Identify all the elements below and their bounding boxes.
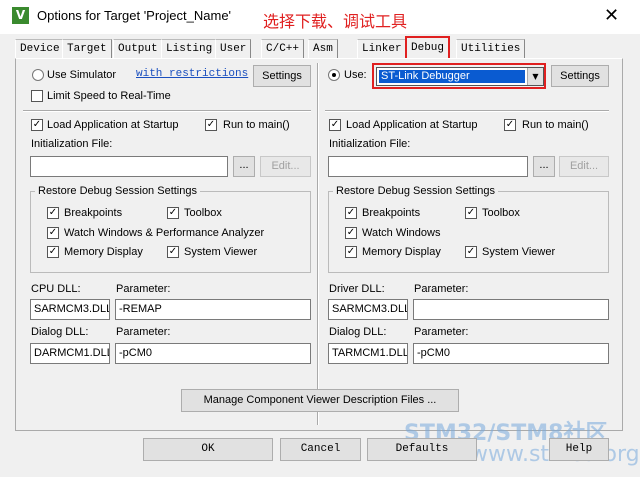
driver-dll-input[interactable]: SARMCM3.DLL — [328, 299, 408, 320]
dialog-param-label-right: Parameter: — [414, 326, 469, 338]
init-file-label-right: Initialization File: — [329, 138, 411, 150]
run-main-label-left: Run to main() — [223, 119, 290, 131]
dialog-dll-input-left[interactable]: DARMCM1.DLL — [30, 343, 110, 364]
restore-title-left: Restore Debug Session Settings — [35, 185, 200, 197]
tab-user[interactable]: User — [215, 39, 252, 58]
annotation-highlight-box — [372, 63, 546, 89]
dialog-param-input-left[interactable]: -pCM0 — [115, 343, 311, 364]
cpu-dll-input[interactable]: SARMCM3.DLL — [30, 299, 110, 320]
breakpoints-checkbox-right[interactable]: ✓ — [345, 207, 357, 219]
driver-dll-label: Driver DLL: — [329, 283, 385, 295]
init-file-edit-left[interactable]: Edit... — [260, 156, 311, 177]
breakpoints-label-left: Breakpoints — [64, 207, 123, 219]
breakpoints-checkbox-left[interactable]: ✓ — [47, 207, 59, 219]
init-file-browse-left[interactable]: ... — [233, 156, 255, 177]
driver-param-input[interactable] — [413, 299, 609, 320]
tab-utilities[interactable]: Utilities — [456, 39, 526, 58]
cancel-button[interactable]: Cancel — [280, 438, 361, 461]
use-label: Use: — [344, 69, 367, 81]
defaults-button[interactable]: Defaults — [367, 438, 477, 461]
watch-label-left: Watch Windows & Performance Analyzer — [64, 227, 265, 239]
annotation-text: 选择下载、调试工具 — [263, 12, 408, 31]
manage-component-viewer-button[interactable]: Manage Component Viewer Description File… — [181, 389, 459, 412]
tab-asm[interactable]: Asm — [308, 39, 338, 58]
init-file-label-left: Initialization File: — [31, 138, 113, 150]
limit-speed-checkbox[interactable] — [31, 90, 43, 102]
breakpoints-label-right: Breakpoints — [362, 207, 421, 219]
run-main-checkbox-left[interactable]: ✓ — [205, 119, 217, 131]
watch-checkbox-left[interactable]: ✓ — [47, 227, 59, 239]
separator — [325, 110, 609, 112]
ok-button[interactable]: OK — [143, 438, 273, 461]
driver-param-label: Parameter: — [414, 283, 469, 295]
load-app-checkbox-right[interactable]: ✓ — [329, 119, 341, 131]
keil-app-icon: V — [12, 7, 29, 24]
system-viewer-label-right: System Viewer — [482, 246, 556, 258]
dialog-dll-input-right[interactable]: TARMCM1.DLL — [328, 343, 408, 364]
init-file-edit-right[interactable]: Edit... — [559, 156, 609, 177]
tab-output[interactable]: Output — [113, 39, 163, 58]
close-icon[interactable]: ✕ — [604, 5, 619, 26]
restore-title-right: Restore Debug Session Settings — [333, 185, 498, 197]
tab-target[interactable]: Target — [62, 39, 112, 58]
use-target-radio[interactable] — [328, 69, 340, 81]
memory-checkbox-left[interactable]: ✓ — [47, 246, 59, 258]
tab-cpp[interactable]: C/C++ — [261, 39, 305, 58]
init-file-input-right[interactable] — [328, 156, 528, 177]
tab-debug[interactable]: Debug — [405, 36, 451, 59]
with-restrictions-link[interactable]: with restrictions — [136, 68, 248, 80]
cpu-dll-label: CPU DLL: — [31, 283, 81, 295]
dialog-dll-label-right: Dialog DLL: — [329, 326, 387, 338]
limit-speed-label: Limit Speed to Real-Time — [47, 90, 171, 102]
tab-device[interactable]: Device — [15, 39, 65, 58]
memory-checkbox-right[interactable]: ✓ — [345, 246, 357, 258]
system-viewer-checkbox-right[interactable]: ✓ — [465, 246, 477, 258]
watch-label-right: Watch Windows — [362, 227, 441, 239]
separator — [23, 110, 311, 112]
load-app-label-left: Load Application at Startup — [47, 119, 179, 131]
debugger-settings-button[interactable]: Settings — [551, 65, 609, 87]
toolbox-label-right: Toolbox — [482, 207, 520, 219]
toolbox-checkbox-right[interactable]: ✓ — [465, 207, 477, 219]
simulator-settings-button[interactable]: Settings — [253, 65, 311, 87]
system-viewer-checkbox-left[interactable]: ✓ — [167, 246, 179, 258]
dialog-param-input-right[interactable]: -pCM0 — [413, 343, 609, 364]
title-bar: V Options for Target 'Project_Name' 选择下载… — [0, 0, 640, 34]
load-app-label-right: Load Application at Startup — [346, 119, 478, 131]
dialog-param-label-left: Parameter: — [116, 326, 171, 338]
system-viewer-label-left: System Viewer — [184, 246, 258, 258]
watch-checkbox-right[interactable]: ✓ — [345, 227, 357, 239]
use-simulator-radio[interactable] — [32, 69, 44, 81]
panel-divider — [317, 63, 319, 425]
toolbox-label-left: Toolbox — [184, 207, 222, 219]
use-simulator-label: Use Simulator — [47, 69, 117, 81]
run-main-label-right: Run to main() — [522, 119, 589, 131]
load-app-checkbox-left[interactable]: ✓ — [31, 119, 43, 131]
dialog-dll-label-left: Dialog DLL: — [31, 326, 89, 338]
memory-label-right: Memory Display — [362, 246, 441, 258]
memory-label-left: Memory Display — [64, 246, 143, 258]
help-button[interactable]: Help — [549, 438, 609, 461]
cpu-param-label: Parameter: — [116, 283, 171, 295]
run-main-checkbox-right[interactable]: ✓ — [504, 119, 516, 131]
tab-linker[interactable]: Linker — [357, 39, 407, 58]
toolbox-checkbox-left[interactable]: ✓ — [167, 207, 179, 219]
init-file-browse-right[interactable]: ... — [533, 156, 555, 177]
cpu-param-input[interactable]: -REMAP — [115, 299, 311, 320]
window-title: Options for Target 'Project_Name' — [37, 8, 232, 23]
tab-listing[interactable]: Listing — [161, 39, 218, 58]
init-file-input-left[interactable] — [30, 156, 228, 177]
